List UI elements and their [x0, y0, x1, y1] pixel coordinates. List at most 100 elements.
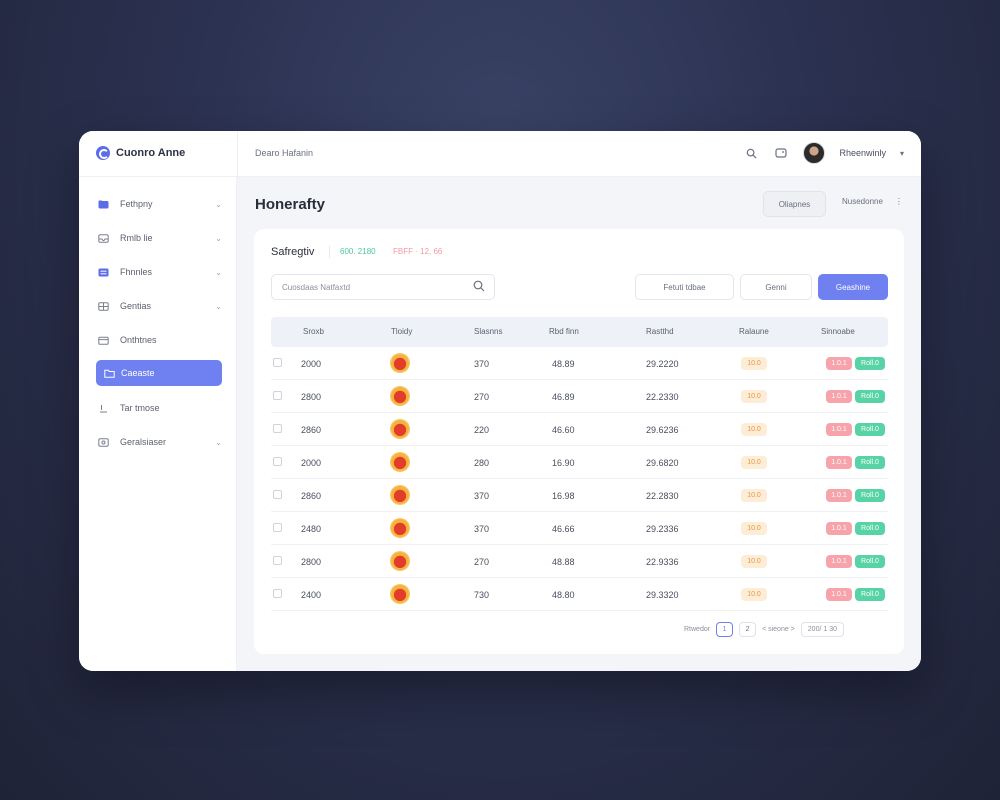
- table-row[interactable]: 2480 370 46.66 29.2336 10.0 1.0.1 Roll.0: [271, 512, 888, 545]
- page-button[interactable]: 1: [716, 622, 734, 637]
- tag-badge-red[interactable]: 1.0.1: [826, 423, 852, 436]
- status-badge: 10.0: [741, 489, 767, 502]
- cell-id: 2800: [301, 557, 322, 567]
- sidebar-item[interactable]: Rmlb lie ⌄: [96, 225, 222, 251]
- filter-field-button[interactable]: Fetuti tdbae: [635, 274, 734, 300]
- column-header[interactable]: Slasnns: [474, 327, 502, 336]
- row-checkbox[interactable]: [273, 556, 282, 565]
- column-header[interactable]: Sinnoabe: [821, 327, 855, 336]
- sidebar-item-label: Geralsiaser: [120, 437, 167, 447]
- sidebar-item-label: Tar tmose: [120, 403, 160, 413]
- row-checkbox[interactable]: [273, 391, 282, 400]
- tag-badge-green[interactable]: Roll.0: [855, 522, 885, 535]
- table-row[interactable]: 2400 730 48.80 29.3320 10.0 1.0.1 Roll.0: [271, 578, 888, 611]
- tag-badge-green[interactable]: Roll.0: [855, 489, 885, 502]
- sidebar-item[interactable]: Gentias ⌄: [96, 293, 222, 319]
- tag-badge-red[interactable]: 1.0.1: [826, 555, 852, 568]
- search-input[interactable]: Cuosdaas Natfaxtd: [271, 274, 495, 300]
- search-icon: [473, 280, 485, 292]
- food-icon: [391, 387, 409, 405]
- sidebar-item-label: Onthtnes: [120, 335, 157, 345]
- chevron-down-icon[interactable]: ⌄: [215, 268, 222, 277]
- sidebar-item[interactable]: Tar tmose: [96, 395, 222, 421]
- user-icon: [98, 404, 109, 413]
- avatar[interactable]: [803, 142, 826, 164]
- chevron-down-icon[interactable]: ▾: [900, 149, 904, 158]
- cell-qty: 370: [474, 359, 490, 369]
- tag-badge-red[interactable]: 1.0.1: [826, 456, 852, 469]
- column-header[interactable]: Rbd finn: [549, 327, 579, 336]
- sort-select[interactable]: Nusedonne ⋮: [842, 197, 903, 206]
- row-checkbox[interactable]: [273, 589, 282, 598]
- cell-qty: 270: [474, 392, 490, 402]
- cell-id: 2000: [301, 458, 322, 468]
- table-row[interactable]: 2000 370 48.89 29.2220 10.0 1.0.1 Roll.0: [271, 347, 888, 380]
- brand[interactable]: Cuonro Anne: [96, 146, 185, 160]
- cell-total: 22.2330: [646, 392, 679, 402]
- cell-id: 2480: [301, 524, 322, 534]
- row-checkbox[interactable]: [273, 490, 282, 499]
- cell-price: 16.90: [552, 458, 575, 468]
- per-page-select[interactable]: 200/ 1 30: [800, 622, 844, 637]
- tag-badge-green[interactable]: Roll.0: [855, 588, 885, 601]
- sort-icon: ⋮: [894, 197, 903, 206]
- table-row[interactable]: 2860 370 16.98 22.2830 10.0 1.0.1 Roll.0: [271, 479, 888, 512]
- primary-action-button[interactable]: Geashine: [818, 274, 888, 300]
- breadcrumb[interactable]: Dearo Hafanin: [255, 148, 313, 158]
- top-bar: Cuonro Anne Dearo Hafanin Rheenwinly ▾: [79, 131, 921, 177]
- table-row[interactable]: 2800 270 46.89 22.2330 10.0 1.0.1 Roll.0: [271, 380, 888, 413]
- cell-qty: 730: [474, 590, 490, 600]
- card-title: Safregtiv: [271, 246, 315, 258]
- pagination: Rtwedor 1 2 < sieone > 200/ 1 30: [684, 622, 844, 637]
- column-header[interactable]: Rastthd: [646, 327, 674, 336]
- table-row[interactable]: 2000 280 16.90 29.6820 10.0 1.0.1 Roll.0: [271, 446, 888, 479]
- row-checkbox[interactable]: [273, 424, 282, 433]
- table-row[interactable]: 2860 220 46.60 29.6236 10.0 1.0.1 Roll.0: [271, 413, 888, 446]
- column-header[interactable]: Ralaune: [739, 327, 769, 336]
- folder-icon: [98, 200, 109, 209]
- table-row[interactable]: 2800 270 48.88 22.9336 10.0 1.0.1 Roll.0: [271, 545, 888, 578]
- page-title: Honerafty: [255, 196, 326, 213]
- cell-price: 46.60: [552, 425, 575, 435]
- sort-select-label: Nusedonne: [842, 197, 883, 206]
- sidebar-item[interactable]: Caeaste: [96, 360, 222, 386]
- sidebar-item[interactable]: Onthtnes: [96, 327, 222, 353]
- column-header[interactable]: Tloidy: [391, 327, 412, 336]
- user-name[interactable]: Rheenwinly: [839, 148, 886, 158]
- tag-badge-green[interactable]: Roll.0: [855, 423, 885, 436]
- cell-price: 48.89: [552, 359, 575, 369]
- chevron-down-icon[interactable]: ⌄: [215, 200, 222, 209]
- row-checkbox[interactable]: [273, 358, 282, 367]
- options-button[interactable]: Oliapnes: [763, 191, 826, 217]
- sidebar-item-label: Rmlb lie: [120, 233, 153, 243]
- tag-badge-red[interactable]: 1.0.1: [826, 357, 852, 370]
- divider: [237, 131, 238, 177]
- sidebar-item[interactable]: Fhnnles ⌄: [96, 259, 222, 285]
- column-header[interactable]: Sroxb: [303, 327, 324, 336]
- tag-badge-green[interactable]: Roll.0: [855, 390, 885, 403]
- logo-icon: [96, 146, 110, 160]
- search-icon[interactable]: [743, 145, 759, 161]
- sidebar-item[interactable]: Fethpny ⌄: [96, 191, 222, 217]
- chevron-down-icon[interactable]: ⌄: [215, 234, 222, 243]
- tag-badge-red[interactable]: 1.0.1: [826, 390, 852, 403]
- filter-button[interactable]: Genni: [740, 274, 812, 300]
- tag-badge-red[interactable]: 1.0.1: [826, 489, 852, 502]
- cell-qty: 220: [474, 425, 490, 435]
- tag-badge-green[interactable]: Roll.0: [855, 555, 885, 568]
- cell-id: 2860: [301, 425, 322, 435]
- tag-badge-red[interactable]: 1.0.1: [826, 588, 852, 601]
- row-checkbox[interactable]: [273, 523, 282, 532]
- page-button[interactable]: 2: [739, 622, 757, 637]
- chevron-down-icon[interactable]: ⌄: [215, 302, 222, 311]
- row-checkbox[interactable]: [273, 457, 282, 466]
- tag-badge-green[interactable]: Roll.0: [855, 456, 885, 469]
- sidebar-item[interactable]: Geralsiaser ⌄: [96, 429, 222, 455]
- message-icon[interactable]: [773, 145, 789, 161]
- chevron-down-icon[interactable]: ⌄: [215, 438, 222, 447]
- tag-badge-red[interactable]: 1.0.1: [826, 522, 852, 535]
- page-nav[interactable]: < sieone >: [762, 626, 795, 633]
- tag-badge-green[interactable]: Roll.0: [855, 357, 885, 370]
- main-content: Honerafty Oliapnes Nusedonne ⋮ Safregtiv…: [237, 177, 921, 671]
- status-badge: 10.0: [741, 588, 767, 601]
